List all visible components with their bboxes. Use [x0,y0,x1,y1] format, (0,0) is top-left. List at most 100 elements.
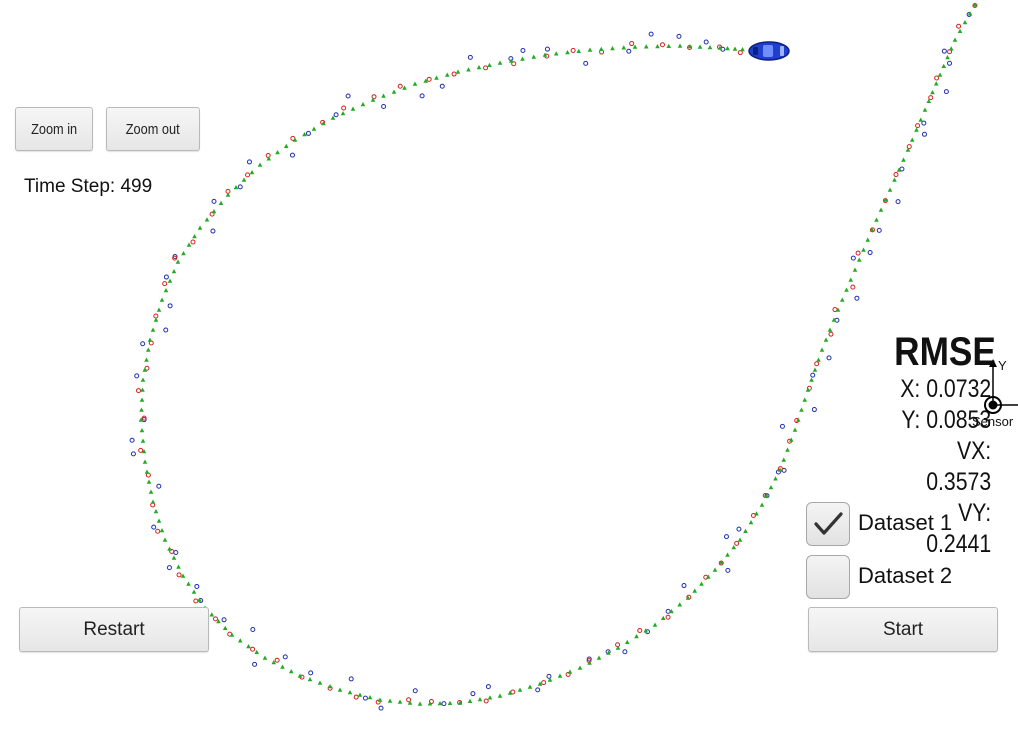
lidar-point [136,388,142,394]
ground-truth-point [497,60,503,65]
ground-truth-point [652,622,658,627]
ground-truth-point [677,602,683,607]
ground-truth-point [878,207,884,212]
ground-truth-point [660,615,666,621]
ground-truth-point [204,217,210,222]
lidar-point [190,239,196,245]
lidar-point [155,528,161,534]
ground-truth-point [831,317,837,322]
ground-truth-point [262,655,268,660]
ground-truth-point [957,28,963,34]
ground-truth-point [819,347,825,352]
restart-button[interactable]: Restart [19,607,209,652]
radar-point [156,483,162,489]
ground-truth-point [280,664,285,669]
ground-truth-point [288,669,294,674]
radar-point [246,159,252,165]
ground-truth-point [743,528,748,534]
dataset-1-label: Dataset 1 [858,510,953,535]
zoom-out-button[interactable]: Zoom out [106,107,200,151]
ground-truth-point [725,46,730,51]
lidar-point [483,698,489,704]
ground-truth-point [666,43,672,49]
ground-truth-point [186,581,191,586]
zoom-in-label: Zoom in [30,120,78,138]
ground-truth-point [725,552,730,557]
ground-truth-point [624,639,630,645]
ground-truth-point [553,51,559,56]
radar-point [535,687,541,693]
ground-truth-point [952,37,958,42]
radar-point [211,198,217,204]
lidar-point [341,105,347,111]
ground-truth-point [805,387,811,392]
lidar-point [153,313,159,319]
radar-point [441,701,447,707]
lidar-point [371,94,377,100]
radar-point [723,534,729,540]
car-icon [748,41,790,61]
radar-point [362,695,368,701]
lidar-point [541,680,547,686]
radar-point [237,184,243,190]
lidar-point [265,153,271,159]
dataset-2-checkbox[interactable] [806,555,850,599]
ground-truth-point [799,407,804,412]
dataset-1-checkbox[interactable] [806,502,850,546]
ground-truth-point [596,655,602,660]
ground-truth-point [192,234,197,239]
ground-truth-point [531,54,537,59]
radar-point [546,673,552,679]
radar-point [381,103,387,109]
radar-point [439,83,445,89]
radar-point [305,130,311,136]
ground-truth-point [930,90,935,95]
ground-truth-point [148,489,154,494]
ground-truth-point [139,397,145,402]
ground-truth-point [150,499,156,504]
radar-point [378,705,384,711]
ground-truth-point [176,564,181,569]
lidar-point [956,23,962,29]
ground-truth-point [163,288,169,293]
ground-truth-point [146,479,152,484]
lidar-point [637,627,643,633]
ground-truth-point [367,695,373,700]
restart-label: Restart [83,618,145,640]
ground-truth-point [249,170,255,175]
ground-truth-point [347,690,353,695]
ground-truth-point [542,52,548,57]
lidar-point [451,71,457,77]
radar-point [736,526,742,532]
ground-truth-point [918,117,924,122]
start-button[interactable]: Start [808,607,998,652]
start-label: Start [882,618,924,640]
ground-truth-point [140,387,145,392]
ground-truth-point [699,581,704,586]
radar-point [626,48,632,54]
radar-point [583,60,589,66]
ground-truth-point [754,511,759,516]
ground-truth-point [567,669,573,674]
rmse-vx: VX: 0.3573 [926,437,992,496]
lidar-point [665,614,671,620]
ground-truth-point [340,111,346,116]
radar-point [703,39,709,45]
lidar-point [193,598,199,604]
ground-truth-point [147,337,153,342]
ground-truth-point [517,687,523,692]
radar-point [947,60,953,66]
ground-truth-point [827,327,833,332]
ground-truth-point [737,537,743,542]
lidar-point [212,616,218,622]
lidar-point [928,95,934,101]
radar-point [167,303,173,309]
ground-truth-point [211,209,217,214]
ground-truth-point [610,46,615,51]
zoom-in-button[interactable]: Zoom in [15,107,93,151]
radar-point [921,131,927,137]
ground-truth-point [901,157,906,162]
ground-truth-point [292,137,298,142]
ground-truth-point [792,427,798,432]
lidar-point [176,572,182,578]
